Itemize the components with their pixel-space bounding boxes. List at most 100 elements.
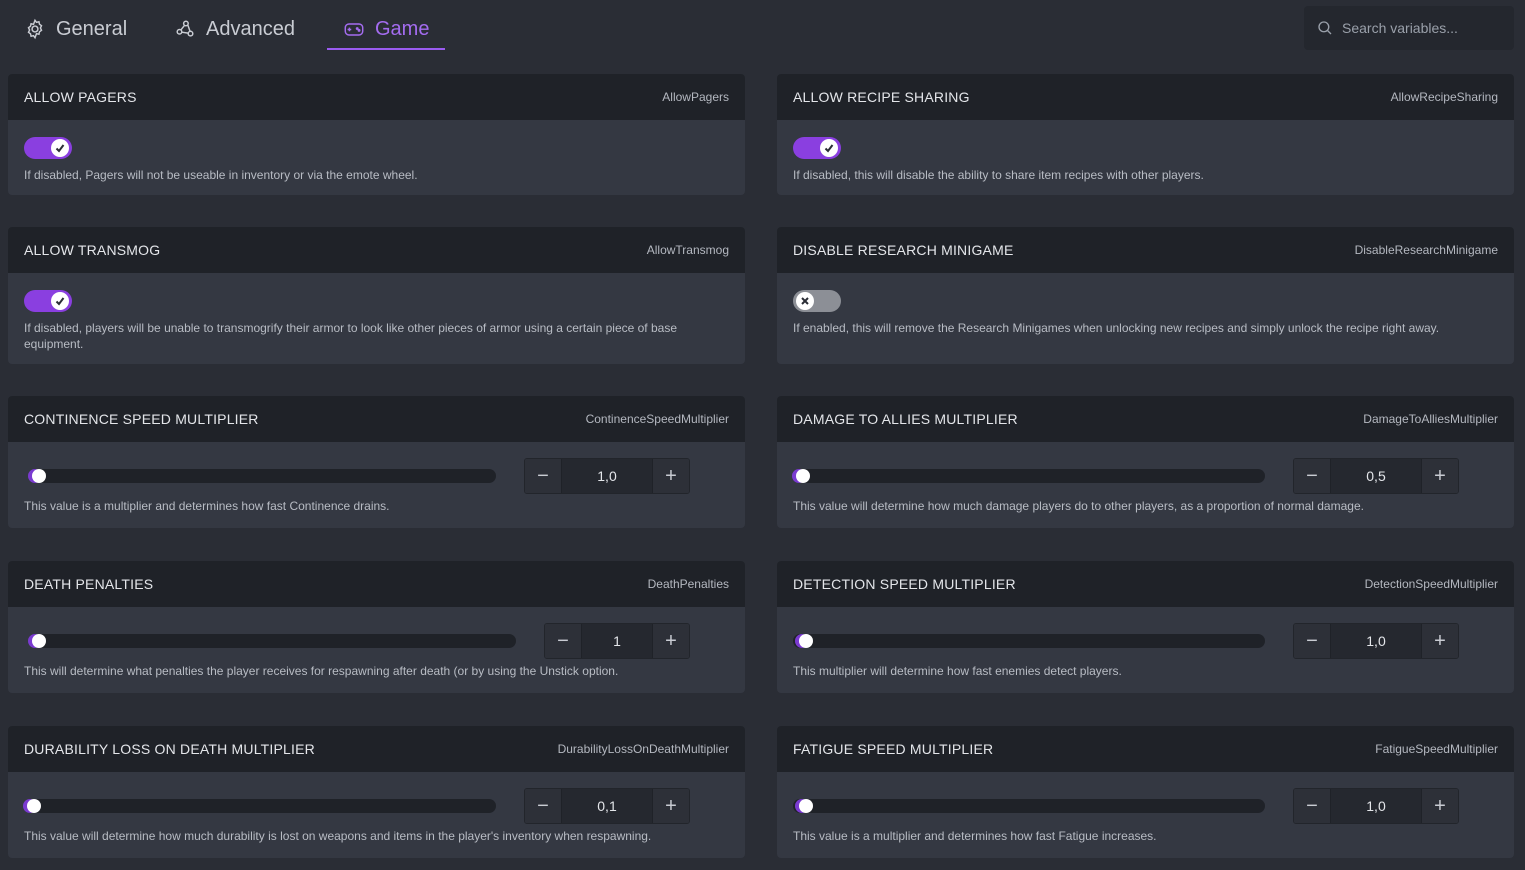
tab-label: Game — [375, 17, 430, 40]
decrement-button[interactable]: − — [1294, 624, 1330, 658]
slider-thumb[interactable] — [799, 634, 813, 648]
card-header: DAMAGE TO ALLIES MULTIPLIER DamageToAlli… — [777, 396, 1514, 442]
value-field[interactable]: 1 — [581, 624, 653, 658]
setting-title: ALLOW TRANSMOG — [24, 242, 161, 258]
setting-variable: DetectionSpeedMultiplier — [1364, 577, 1498, 591]
setting-card-death-penalties: DEATH PENALTIES DeathPenalties − 1 + Thi… — [8, 561, 745, 693]
setting-card-disable-research-minigame: DISABLE RESEARCH MINIGAME DisableResearc… — [777, 227, 1514, 364]
setting-title: DEATH PENALTIES — [24, 576, 154, 592]
setting-title: ALLOW PAGERS — [24, 89, 137, 105]
value-field[interactable]: 1,0 — [561, 459, 653, 493]
check-icon — [55, 297, 65, 306]
x-icon — [801, 297, 809, 305]
setting-description: If disabled, Pagers will not be useable … — [24, 168, 418, 182]
increment-button[interactable]: + — [653, 624, 689, 658]
slider-thumb[interactable] — [27, 799, 41, 813]
increment-button[interactable]: + — [1422, 789, 1458, 823]
toggle-knob — [51, 139, 69, 157]
setting-variable: ContinenceSpeedMultiplier — [585, 412, 729, 426]
setting-description: This value is a multiplier and determine… — [793, 829, 1157, 843]
slider-thumb[interactable] — [799, 799, 813, 813]
value-stepper: − 0,1 + — [524, 788, 690, 824]
setting-description: This will determine what penalties the p… — [24, 664, 619, 678]
setting-card-allow-pagers: ALLOW PAGERS AllowPagers If disabled, Pa… — [8, 74, 745, 195]
slider-thumb[interactable] — [32, 634, 46, 648]
tab-advanced[interactable]: Advanced — [174, 8, 295, 50]
card-header: ALLOW RECIPE SHARING AllowRecipeSharing — [777, 74, 1514, 120]
setting-card-detection-speed: DETECTION SPEED MULTIPLIER DetectionSpee… — [777, 561, 1514, 693]
search-input[interactable] — [1342, 20, 1502, 36]
setting-card-durability-loss: DURABILITY LOSS ON DEATH MULTIPLIER Dura… — [8, 726, 745, 858]
slider-thumb[interactable] — [796, 469, 810, 483]
increment-button[interactable]: + — [1422, 624, 1458, 658]
advanced-nodes-icon — [176, 20, 194, 37]
slider-track[interactable] — [793, 634, 1265, 648]
value-field[interactable]: 0,1 — [561, 789, 653, 823]
value-field[interactable]: 1,0 — [1330, 624, 1422, 658]
allow-recipe-sharing-toggle[interactable] — [793, 137, 841, 159]
top-bar: General Advanced Game — [0, 0, 1525, 60]
tab-general[interactable]: General — [24, 8, 127, 50]
card-header: CONTINENCE SPEED MULTIPLIER ContinenceSp… — [8, 396, 745, 442]
setting-variable: AllowTransmog — [646, 243, 729, 257]
slider-track[interactable] — [32, 469, 496, 483]
card-header: DEATH PENALTIES DeathPenalties — [8, 561, 745, 607]
toggle-knob — [820, 139, 838, 157]
setting-card-fatigue-speed: FATIGUE SPEED MULTIPLIER FatigueSpeedMul… — [777, 726, 1514, 858]
increment-button[interactable]: + — [653, 789, 689, 823]
value-stepper: − 1 + — [544, 623, 690, 659]
value-stepper: − 0,5 + — [1293, 458, 1459, 494]
decrement-button[interactable]: − — [1294, 789, 1330, 823]
setting-variable: FatigueSpeedMultiplier — [1375, 742, 1498, 756]
setting-variable: DamageToAlliesMultiplier — [1363, 412, 1498, 426]
card-header: FATIGUE SPEED MULTIPLIER FatigueSpeedMul… — [777, 726, 1514, 772]
gear-icon — [27, 18, 43, 40]
setting-title: DAMAGE TO ALLIES MULTIPLIER — [793, 411, 1018, 427]
decrement-button[interactable]: − — [545, 624, 581, 658]
disable-research-minigame-toggle[interactable] — [793, 290, 841, 312]
tab-label: Advanced — [206, 17, 295, 40]
setting-title: CONTINENCE SPEED MULTIPLIER — [24, 411, 259, 427]
setting-description: If disabled, players will be unable to t… — [24, 321, 677, 351]
setting-variable: AllowPagers — [662, 90, 729, 104]
value-field[interactable]: 1,0 — [1330, 789, 1422, 823]
value-stepper: − 1,0 + — [1293, 788, 1459, 824]
check-icon — [55, 144, 65, 153]
slider-track[interactable] — [793, 799, 1265, 813]
setting-title: FATIGUE SPEED MULTIPLIER — [793, 741, 994, 757]
value-stepper: − 1,0 + — [1293, 623, 1459, 659]
slider-track[interactable] — [32, 634, 516, 648]
setting-card-continence-speed: CONTINENCE SPEED MULTIPLIER ContinenceSp… — [8, 396, 745, 528]
increment-button[interactable]: + — [653, 459, 689, 493]
increment-button[interactable]: + — [1422, 459, 1458, 493]
card-header: DISABLE RESEARCH MINIGAME DisableResearc… — [777, 227, 1514, 273]
decrement-button[interactable]: − — [525, 789, 561, 823]
allow-pagers-toggle[interactable] — [24, 137, 72, 159]
setting-description: If disabled, this will disable the abili… — [793, 168, 1204, 182]
setting-title: ALLOW RECIPE SHARING — [793, 89, 970, 105]
setting-description: This value will determine how much damag… — [793, 499, 1364, 513]
tab-game[interactable]: Game — [326, 8, 447, 50]
slider-thumb[interactable] — [32, 469, 46, 483]
allow-transmog-toggle[interactable] — [24, 290, 72, 312]
setting-card-allow-recipe-sharing: ALLOW RECIPE SHARING AllowRecipeSharing … — [777, 74, 1514, 195]
decrement-button[interactable]: − — [525, 459, 561, 493]
value-stepper: − 1,0 + — [524, 458, 690, 494]
setting-card-damage-to-allies: DAMAGE TO ALLIES MULTIPLIER DamageToAlli… — [777, 396, 1514, 528]
slider-track[interactable] — [24, 799, 496, 813]
check-icon — [824, 144, 834, 153]
setting-card-allow-transmog: ALLOW TRANSMOG AllowTransmog If disabled… — [8, 227, 745, 364]
value-field[interactable]: 0,5 — [1330, 459, 1422, 493]
setting-title: DISABLE RESEARCH MINIGAME — [793, 242, 1014, 258]
decrement-button[interactable]: − — [1294, 459, 1330, 493]
card-header: ALLOW TRANSMOG AllowTransmog — [8, 227, 745, 273]
tab-label: General — [56, 17, 128, 40]
setting-description: This multiplier will determine how fast … — [793, 664, 1122, 678]
slider-track[interactable] — [793, 469, 1265, 483]
setting-title: DURABILITY LOSS ON DEATH MULTIPLIER — [24, 741, 315, 757]
card-header: DETECTION SPEED MULTIPLIER DetectionSpee… — [777, 561, 1514, 607]
setting-variable: DeathPenalties — [647, 577, 729, 591]
toggle-knob — [51, 292, 69, 310]
search-icon — [1318, 21, 1332, 35]
setting-description: If enabled, this will remove the Researc… — [793, 321, 1440, 335]
